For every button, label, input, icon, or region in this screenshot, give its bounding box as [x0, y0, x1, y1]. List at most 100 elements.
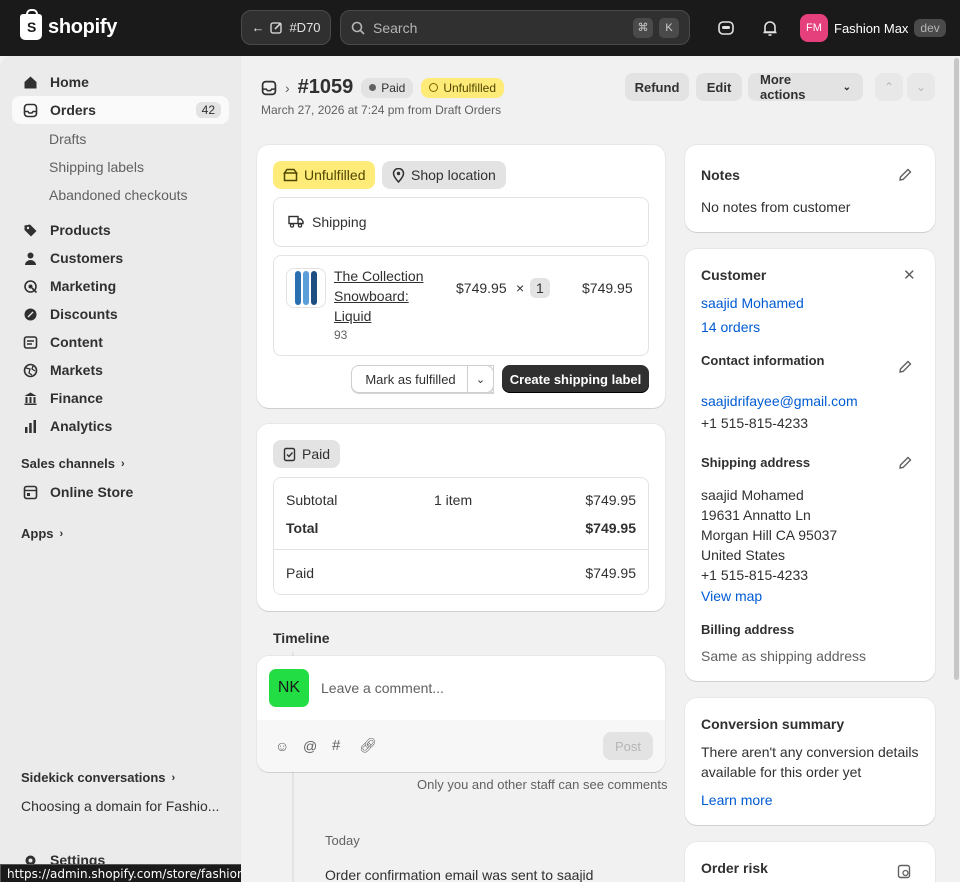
notes-card: Notes No notes from customer	[685, 145, 935, 232]
chevron-down-icon: ⌄	[915, 80, 927, 94]
pencil-icon[interactable]	[897, 167, 913, 183]
sidebar-item-analytics[interactable]: Analytics	[12, 412, 229, 440]
sidebar-item-markets[interactable]: Markets	[12, 356, 229, 384]
orders-inbox-icon[interactable]	[261, 80, 277, 96]
product-name-line-3[interactable]: Liquid	[334, 306, 371, 326]
search-input[interactable]: Search ⌘ K	[340, 10, 690, 45]
times-icon: ×	[516, 280, 525, 296]
back-to-draft-button[interactable]: ← #D70	[241, 10, 331, 45]
chevron-up-icon: ⌃	[883, 80, 895, 94]
pencil-icon[interactable]	[897, 359, 913, 375]
sidekick-icon[interactable]	[715, 17, 737, 39]
sidebar-item-finance[interactable]: Finance	[12, 384, 229, 412]
shopify-logo[interactable]: S shopify	[20, 9, 118, 40]
content-icon	[22, 334, 38, 350]
sidebar-item-label: Finance	[50, 390, 103, 406]
store-name: Fashion Max	[834, 20, 909, 36]
refund-button[interactable]: Refund	[625, 73, 689, 101]
customer-email-link[interactable]: saajidrifayee@gmail.com	[701, 393, 858, 409]
customer-orders-link[interactable]: 14 orders	[701, 319, 760, 335]
apps-header[interactable]: Apps ›	[21, 526, 63, 541]
sidebar-item-orders[interactable]: Orders 42	[12, 96, 229, 124]
sidebar-item-home[interactable]: Home	[12, 68, 229, 96]
sidebar-subitem-abandoned-checkouts[interactable]: Abandoned checkouts	[49, 187, 188, 203]
chevron-right-icon: ›	[59, 527, 64, 540]
bell-icon[interactable]	[759, 17, 781, 39]
search-icon	[351, 21, 365, 35]
sidebar-item-label: Online Store	[50, 484, 134, 500]
truck-icon	[288, 215, 304, 228]
globe-icon	[22, 362, 38, 378]
create-shipping-label-button[interactable]: Create shipping label	[502, 365, 649, 393]
hashtag-icon[interactable]: #	[332, 737, 340, 754]
sidebar-item-discounts[interactable]: Discounts	[12, 300, 229, 328]
sidebar-item-label: Content	[50, 334, 103, 350]
fulfillment-card: Unfulfilled Shop location Shipping The C…	[257, 145, 665, 408]
location-pin-icon	[392, 167, 405, 183]
comment-input[interactable]: Leave a comment...	[321, 680, 444, 696]
risk-search-icon[interactable]	[897, 864, 912, 879]
mention-icon[interactable]: @	[303, 738, 317, 754]
subtotal-value: $749.95	[585, 492, 636, 508]
line-total: $749.95	[582, 280, 633, 296]
pill-label: Paid	[302, 446, 331, 462]
fulfill-options-dropdown[interactable]: ⌄	[467, 365, 494, 393]
sidebar-item-customers[interactable]: Customers	[12, 244, 229, 272]
shipping-address-title: Shipping address	[701, 455, 811, 470]
address-line: saajid Mohamed	[701, 487, 804, 503]
more-actions-button[interactable]: More actions ⌄	[748, 72, 863, 102]
chart-icon	[22, 418, 38, 434]
sidebar-item-products[interactable]: Products	[12, 216, 229, 244]
unfulfilled-status-pill: Unfulfilled	[273, 161, 376, 189]
customer-phone: +1 515-815-4233	[701, 415, 809, 431]
previous-order-button[interactable]: ⌃	[875, 73, 903, 101]
timeline-event: Order confirmation email was sent to saa…	[325, 867, 594, 882]
sidekick-conversations-header[interactable]: Sidekick conversations ›	[21, 770, 175, 785]
customer-card: Customer ✕ saajid Mohamed 14 orders Cont…	[685, 249, 935, 681]
address-line: Morgan Hill CA 95037	[701, 527, 838, 543]
main-content: › #1059 Paid Unfulfilled March 27, 2026 …	[241, 56, 952, 882]
mark-fulfilled-label: Mark as fulfilled	[365, 371, 456, 387]
fulfillment-status-badge: Unfulfilled	[421, 77, 505, 98]
breadcrumb-chevron-icon: ›	[285, 79, 290, 96]
comment-toolbar: ☺ @ # 🔗︎ Post	[257, 720, 665, 772]
customer-name-link[interactable]: saajid Mohamed	[701, 295, 804, 311]
subtotal-items: 1 item	[434, 492, 473, 508]
edit-button[interactable]: Edit	[696, 73, 742, 101]
emoji-icon[interactable]: ☺	[275, 738, 289, 754]
scrollbar-thumb[interactable]	[954, 58, 959, 680]
post-button[interactable]: Post	[603, 732, 653, 760]
sidebar-item-content[interactable]: Content	[12, 328, 229, 356]
sidebar-subitem-shipping-labels[interactable]: Shipping labels	[49, 159, 144, 175]
sidebar-item-marketing[interactable]: Marketing	[12, 272, 229, 300]
next-order-button[interactable]: ⌄	[907, 73, 935, 101]
back-label: #D70	[289, 20, 321, 35]
divider	[274, 549, 648, 550]
payment-status-badge: Paid	[361, 77, 414, 98]
logo-text: shopify	[48, 15, 118, 38]
conversion-text-line: available for this order yet	[701, 764, 862, 780]
edit-order-icon	[270, 22, 283, 34]
pencil-icon[interactable]	[897, 455, 913, 471]
link-icon[interactable]: 🔗︎	[359, 737, 377, 754]
shipping-method-label: Shipping	[312, 214, 367, 230]
comment-box: NK Leave a comment... ☺ @ # 🔗︎ Post	[257, 656, 665, 772]
store-switcher[interactable]: FM Fashion Max dev	[800, 14, 946, 42]
close-icon[interactable]: ✕	[903, 266, 916, 284]
learn-more-link[interactable]: Learn more	[701, 792, 773, 808]
sidebar-subitem-drafts[interactable]: Drafts	[49, 131, 86, 147]
sidekick-conversation-item[interactable]: Choosing a domain for Fashio...	[21, 798, 219, 814]
subtotal-label: Subtotal	[286, 492, 338, 508]
receipt-check-icon	[283, 447, 296, 461]
product-name-line-2[interactable]: Snowboard:	[334, 286, 409, 306]
package-icon	[283, 168, 298, 182]
sidebar-item-online-store[interactable]: Online Store	[12, 478, 229, 506]
sales-channels-header[interactable]: Sales channels ›	[21, 456, 125, 471]
address-line: +1 515-815-4233	[701, 567, 809, 583]
product-name-line-1[interactable]: The Collection	[334, 266, 424, 286]
unit-price: $749.95	[456, 280, 507, 296]
view-map-link[interactable]: View map	[701, 588, 762, 604]
notes-text: No notes from customer	[701, 199, 851, 215]
product-thumbnail[interactable]	[286, 268, 326, 308]
product-sku: 93	[334, 328, 348, 342]
